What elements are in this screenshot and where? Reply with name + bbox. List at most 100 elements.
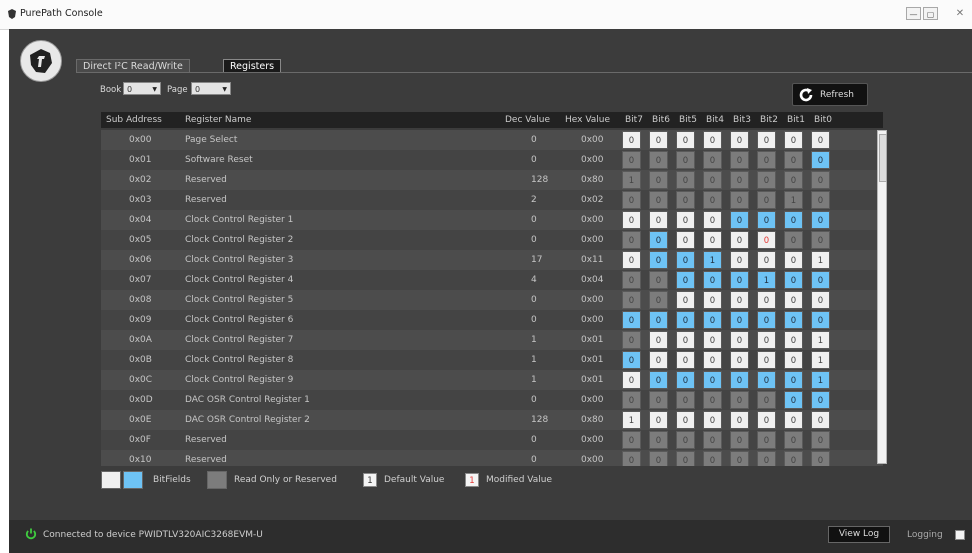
bit-cell[interactable]: 0 xyxy=(622,451,641,466)
bit-cell[interactable]: 1 xyxy=(811,351,830,369)
bit-cell[interactable]: 0 xyxy=(730,331,749,349)
bit-cell[interactable]: 0 xyxy=(757,331,776,349)
bit-cell[interactable]: 0 xyxy=(784,211,803,229)
bit-cell[interactable]: 0 xyxy=(622,291,641,309)
bit-cell[interactable]: 0 xyxy=(622,191,641,209)
bit-cell[interactable]: 0 xyxy=(622,211,641,229)
bit-cell[interactable]: 0 xyxy=(649,311,668,329)
maximize-button[interactable]: ▢ xyxy=(923,7,938,20)
bit-cell[interactable]: 0 xyxy=(649,431,668,449)
bit-cell[interactable]: 0 xyxy=(676,251,695,269)
bit-cell[interactable]: 0 xyxy=(730,291,749,309)
tab-registers[interactable]: Registers xyxy=(223,59,282,73)
table-row[interactable]: 0x08 Clock Control Register 5 0 0x00 0 0 0 0 0 0 0… xyxy=(101,290,883,310)
table-row[interactable]: 0x05 Clock Control Register 2 0 0x00 0 0 0 0 0 0 0… xyxy=(101,230,883,250)
bit-cell[interactable]: 0 xyxy=(649,331,668,349)
bit-cell[interactable]: 0 xyxy=(784,231,803,249)
bit-cell[interactable]: 0 xyxy=(784,351,803,369)
bit-cell[interactable]: 1 xyxy=(622,171,641,189)
bit-cell[interactable]: 0 xyxy=(703,411,722,429)
bit-cell[interactable]: 0 xyxy=(703,371,722,389)
bit-cell[interactable]: 0 xyxy=(784,151,803,169)
close-button[interactable]: ✕ xyxy=(953,7,967,20)
bit-cell[interactable]: 0 xyxy=(649,171,668,189)
bit-cell[interactable]: 0 xyxy=(703,391,722,409)
bit-cell[interactable]: 0 xyxy=(811,211,830,229)
bit-cell[interactable]: 0 xyxy=(784,451,803,466)
bit-cell[interactable]: 0 xyxy=(730,431,749,449)
bit-cell[interactable]: 0 xyxy=(811,231,830,249)
bit-cell[interactable]: 0 xyxy=(784,411,803,429)
bit-cell[interactable]: 0 xyxy=(811,131,830,149)
bit-cell[interactable]: 0 xyxy=(649,231,668,249)
bit-cell[interactable]: 0 xyxy=(703,231,722,249)
bit-cell[interactable]: 0 xyxy=(811,451,830,466)
bit-cell[interactable]: 0 xyxy=(811,411,830,429)
bit-cell[interactable]: 0 xyxy=(622,251,641,269)
bit-cell[interactable]: 0 xyxy=(649,131,668,149)
bit-cell[interactable]: 0 xyxy=(730,171,749,189)
bit-cell[interactable]: 0 xyxy=(622,271,641,289)
bit-cell[interactable]: 0 xyxy=(784,251,803,269)
bit-cell[interactable]: 0 xyxy=(784,311,803,329)
bit-cell[interactable]: 0 xyxy=(649,291,668,309)
bit-cell[interactable]: 0 xyxy=(784,131,803,149)
bit-cell[interactable]: 0 xyxy=(649,371,668,389)
bit-cell[interactable]: 0 xyxy=(676,151,695,169)
bit-cell[interactable]: 0 xyxy=(757,151,776,169)
bit-cell[interactable]: 0 xyxy=(811,271,830,289)
bit-cell[interactable]: 0 xyxy=(703,191,722,209)
bit-cell[interactable]: 0 xyxy=(676,411,695,429)
bit-cell[interactable]: 0 xyxy=(622,311,641,329)
bit-cell[interactable]: 0 xyxy=(676,431,695,449)
bit-cell[interactable]: 0 xyxy=(649,211,668,229)
bit-cell[interactable]: 0 xyxy=(730,451,749,466)
table-row[interactable]: 0x0F Reserved 0 0x00 0 0 0 0 0 0 0 0 xyxy=(101,430,883,450)
bit-cell[interactable]: 0 xyxy=(676,231,695,249)
bit-cell[interactable]: 0 xyxy=(757,191,776,209)
bit-cell[interactable]: 0 xyxy=(757,131,776,149)
table-row[interactable]: 0x0C Clock Control Register 9 1 0x01 0 0 0 0 0 0 0… xyxy=(101,370,883,390)
bit-cell[interactable]: 0 xyxy=(730,351,749,369)
bit-cell[interactable]: 0 xyxy=(784,271,803,289)
bit-cell[interactable]: 0 xyxy=(784,291,803,309)
bit-cell[interactable]: 0 xyxy=(676,451,695,466)
bit-cell[interactable]: 0 xyxy=(730,311,749,329)
bit-cell[interactable]: 0 xyxy=(649,391,668,409)
bit-cell[interactable]: 0 xyxy=(676,131,695,149)
bit-cell[interactable]: 0 xyxy=(811,151,830,169)
bit-cell[interactable]: 0 xyxy=(676,391,695,409)
page-select[interactable]: 0 ▼ xyxy=(191,82,231,95)
bit-cell[interactable]: 0 xyxy=(703,151,722,169)
bit-cell[interactable]: 0 xyxy=(757,451,776,466)
table-row[interactable]: 0x0B Clock Control Register 8 1 0x01 0 0 0 0 0 0 0… xyxy=(101,350,883,370)
bit-cell[interactable]: 1 xyxy=(757,271,776,289)
bit-cell[interactable]: 0 xyxy=(757,391,776,409)
table-row[interactable]: 0x0D DAC OSR Control Register 1 0 0x00 0 0 0 0 0… xyxy=(101,390,883,410)
table-row[interactable]: 0x03 Reserved 2 0x02 0 0 0 0 0 0 1 0 xyxy=(101,190,883,210)
scrollbar-thumb[interactable] xyxy=(879,134,887,182)
bit-cell[interactable]: 0 xyxy=(757,171,776,189)
bit-cell[interactable]: 0 xyxy=(784,331,803,349)
view-log-button[interactable]: View Log xyxy=(828,526,890,543)
table-row[interactable]: 0x06 Clock Control Register 3 17 0x11 0 0 0 1 0 0… xyxy=(101,250,883,270)
table-row[interactable]: 0x02 Reserved 128 0x80 1 0 0 0 0 0 0 0 xyxy=(101,170,883,190)
logging-checkbox[interactable] xyxy=(955,530,965,540)
table-row[interactable]: 0x0A Clock Control Register 7 1 0x01 0 0 0 0 0 0 0… xyxy=(101,330,883,350)
bit-cell[interactable]: 1 xyxy=(784,191,803,209)
bit-cell[interactable]: 0 xyxy=(622,391,641,409)
bit-cell[interactable]: 0 xyxy=(730,251,749,269)
bit-cell[interactable]: 0 xyxy=(730,231,749,249)
bit-cell[interactable]: 0 xyxy=(757,431,776,449)
bit-cell[interactable]: 0 xyxy=(730,151,749,169)
bit-cell[interactable]: 0 xyxy=(703,271,722,289)
bit-cell[interactable]: 0 xyxy=(757,351,776,369)
bit-cell[interactable]: 1 xyxy=(811,371,830,389)
table-row[interactable]: 0x01 Software Reset 0 0x00 0 0 0 0 0 0 0 0 xyxy=(101,150,883,170)
bit-cell[interactable]: 0 xyxy=(622,231,641,249)
bit-cell[interactable]: 1 xyxy=(811,251,830,269)
bit-cell[interactable]: 0 xyxy=(757,231,776,249)
bit-cell[interactable]: 0 xyxy=(784,391,803,409)
tab-direct-i2c[interactable]: Direct I²C Read/Write xyxy=(76,59,190,73)
table-row[interactable]: 0x10 Reserved 0 0x00 0 0 0 0 0 0 0 0 xyxy=(101,450,883,466)
